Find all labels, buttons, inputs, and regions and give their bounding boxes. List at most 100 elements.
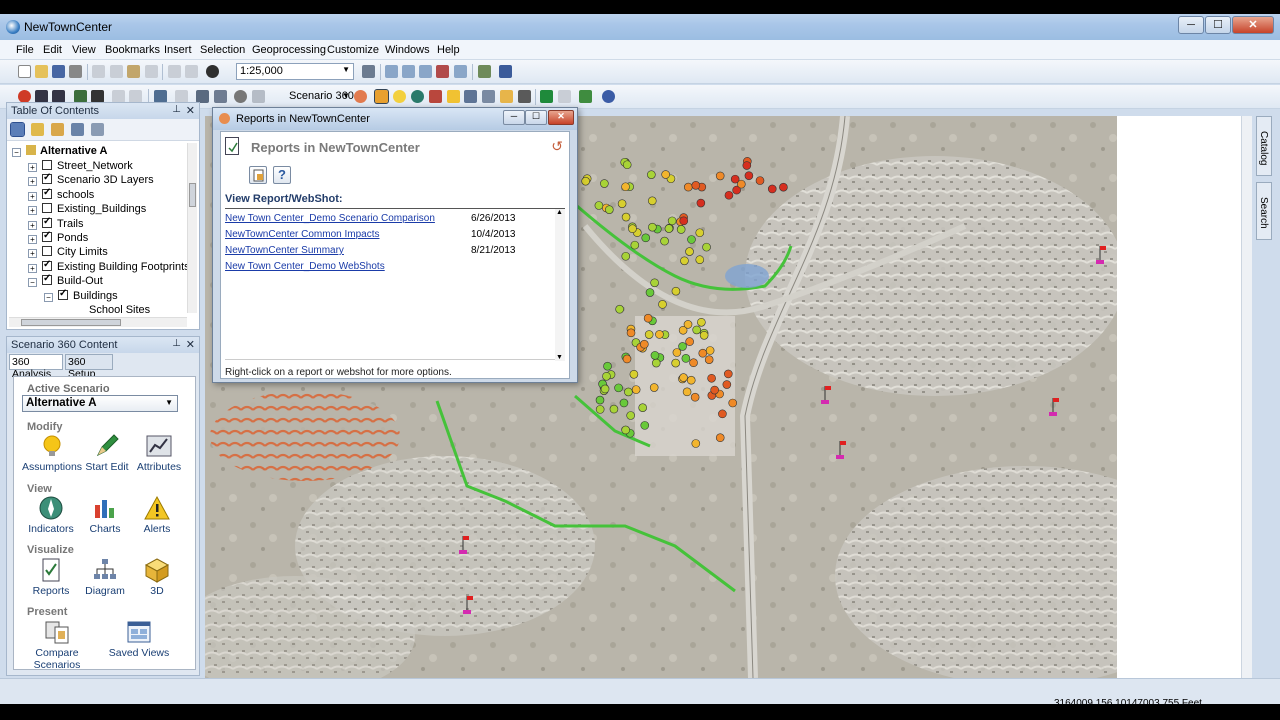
- pin-icon[interactable]: ⊥: [172, 338, 181, 349]
- minimize-button[interactable]: ─: [1178, 16, 1204, 34]
- layer-checkbox[interactable]: [42, 187, 52, 199]
- menu-windows[interactable]: Windows: [385, 44, 430, 56]
- map-scale-combo[interactable]: 1:25,000 ▼: [236, 63, 354, 80]
- indicators-tool[interactable]: Indicators: [24, 495, 78, 535]
- menu-edit[interactable]: Edit: [43, 44, 62, 56]
- new-report-button[interactable]: [249, 166, 267, 184]
- toc-layer[interactable]: + Existing_Buildings: [28, 203, 146, 215]
- assumptions-tool[interactable]: Assumptions: [20, 433, 84, 473]
- list-item[interactable]: NewTownCenter Summary 8/21/2013: [225, 245, 555, 259]
- editor-icon[interactable]: [362, 65, 375, 78]
- reports-icon[interactable]: [464, 90, 477, 103]
- publish-icon[interactable]: [579, 90, 592, 103]
- catalog-side-tab[interactable]: Catalog: [1256, 116, 1272, 176]
- compare-scenarios-tool[interactable]: Compare Scenarios: [24, 619, 90, 671]
- charts-icon[interactable]: [429, 90, 442, 103]
- print-icon[interactable]: [69, 65, 82, 78]
- menu-selection[interactable]: Selection: [200, 44, 245, 56]
- undo-icon[interactable]: [168, 65, 181, 78]
- toc-window-icon[interactable]: [385, 65, 398, 78]
- search-window-icon[interactable]: [419, 65, 432, 78]
- toc-layer[interactable]: +Existing Building Footprints: [28, 259, 190, 273]
- close-button[interactable]: ✕: [1232, 16, 1274, 34]
- paste-icon[interactable]: [127, 65, 140, 78]
- help-button[interactable]: ?: [273, 166, 291, 184]
- python-window-icon[interactable]: [454, 65, 467, 78]
- toc-dataframe[interactable]: − Alternative A: [12, 145, 107, 157]
- attributes-tool[interactable]: Attributes: [130, 433, 188, 473]
- list-item[interactable]: New Town Center_Demo Scenario Comparison…: [225, 213, 555, 227]
- pin-icon[interactable]: ⊥: [172, 104, 181, 115]
- new-icon[interactable]: [18, 65, 31, 78]
- list-scrollbar[interactable]: ▲ ▼: [555, 209, 565, 361]
- tab-360-setup[interactable]: 360 Setup: [65, 354, 113, 380]
- reports-tool[interactable]: Reports: [24, 557, 78, 597]
- toc-sublayer[interactable]: School Sites: [89, 304, 150, 316]
- delete-icon[interactable]: [145, 65, 158, 78]
- menu-view[interactable]: View: [72, 44, 96, 56]
- options-icon[interactable]: [91, 123, 104, 136]
- snapping-icon[interactable]: [234, 90, 247, 103]
- start-edit-tool[interactable]: Start Edit: [80, 433, 134, 473]
- cut-icon[interactable]: [92, 65, 105, 78]
- map-vertical-scrollbar[interactable]: [1241, 116, 1252, 678]
- alerts-tool[interactable]: Alerts: [130, 495, 184, 535]
- diagram-tool[interactable]: Diagram: [78, 557, 132, 597]
- maximize-button[interactable]: ☐: [1205, 16, 1231, 34]
- layer-checkbox[interactable]: [42, 203, 52, 213]
- toc-layer[interactable]: +Ponds: [28, 230, 88, 244]
- indicators-icon[interactable]: [411, 90, 424, 103]
- close-icon[interactable]: ✕: [186, 338, 195, 351]
- table-icon[interactable]: [558, 90, 571, 103]
- list-by-visibility-icon[interactable]: [51, 123, 64, 136]
- layer-checkbox[interactable]: [42, 216, 52, 228]
- list-by-source-icon[interactable]: [31, 123, 44, 136]
- camera-icon[interactable]: [518, 90, 531, 103]
- threed-icon[interactable]: [500, 90, 513, 103]
- toc-layer[interactable]: −Buildings: [44, 288, 118, 302]
- toc-layer[interactable]: + City Limits: [28, 246, 108, 258]
- layer-checkbox[interactable]: [58, 288, 68, 300]
- menu-geoprocessing[interactable]: Geoprocessing: [252, 44, 326, 56]
- layer-checkbox[interactable]: [42, 172, 52, 184]
- layer-checkbox[interactable]: [42, 230, 52, 242]
- layer-checkbox[interactable]: [42, 246, 52, 256]
- search-side-tab[interactable]: Search: [1256, 182, 1272, 240]
- toc-layer[interactable]: +Scenario 3D Layers: [28, 172, 154, 186]
- layer-checkbox[interactable]: [42, 259, 52, 271]
- list-item[interactable]: New Town Center_Demo WebShots: [225, 261, 555, 275]
- toc-horizontal-scrollbar[interactable]: [9, 317, 187, 327]
- menu-customize[interactable]: Customize: [327, 44, 379, 56]
- alerts-icon[interactable]: [447, 90, 460, 103]
- help-icon[interactable]: [602, 90, 615, 103]
- active-scenario-dropdown[interactable]: Alternative A ▼: [22, 395, 178, 412]
- add-data-icon[interactable]: [206, 65, 219, 78]
- diagram-icon[interactable]: [482, 90, 495, 103]
- toc-layer[interactable]: −Build-Out: [28, 273, 103, 287]
- toc-layer[interactable]: +Trails: [28, 216, 83, 230]
- charts-tool[interactable]: Charts: [78, 495, 132, 535]
- close-icon[interactable]: ✕: [186, 104, 195, 117]
- paint-icon[interactable]: [540, 90, 553, 103]
- menu-file[interactable]: File: [16, 44, 34, 56]
- dashboard-icon[interactable]: [374, 89, 389, 104]
- list-by-selection-icon[interactable]: [71, 123, 84, 136]
- select-features-icon[interactable]: [214, 90, 227, 103]
- toc-layer[interactable]: + Street_Network: [28, 160, 133, 172]
- menu-insert[interactable]: Insert: [164, 44, 192, 56]
- menu-bookmarks[interactable]: Bookmarks: [105, 44, 160, 56]
- menu-help[interactable]: Help: [437, 44, 460, 56]
- arctoolbox-icon[interactable]: [436, 65, 449, 78]
- toc-layer[interactable]: +schools: [28, 187, 94, 201]
- redo-icon[interactable]: [185, 65, 198, 78]
- scenario-globe-icon[interactable]: [354, 90, 367, 103]
- threed-tool[interactable]: 3D: [130, 557, 184, 597]
- model-builder-icon[interactable]: [478, 65, 491, 78]
- open-icon[interactable]: [35, 65, 48, 78]
- assumptions-icon[interactable]: [393, 90, 406, 103]
- dialog-maximize-button[interactable]: ☐: [525, 110, 547, 125]
- tab-360-analysis[interactable]: 360 Analysis: [9, 354, 63, 380]
- trace-icon[interactable]: [252, 90, 265, 103]
- copy-icon[interactable]: [110, 65, 123, 78]
- layer-checkbox[interactable]: [42, 273, 52, 285]
